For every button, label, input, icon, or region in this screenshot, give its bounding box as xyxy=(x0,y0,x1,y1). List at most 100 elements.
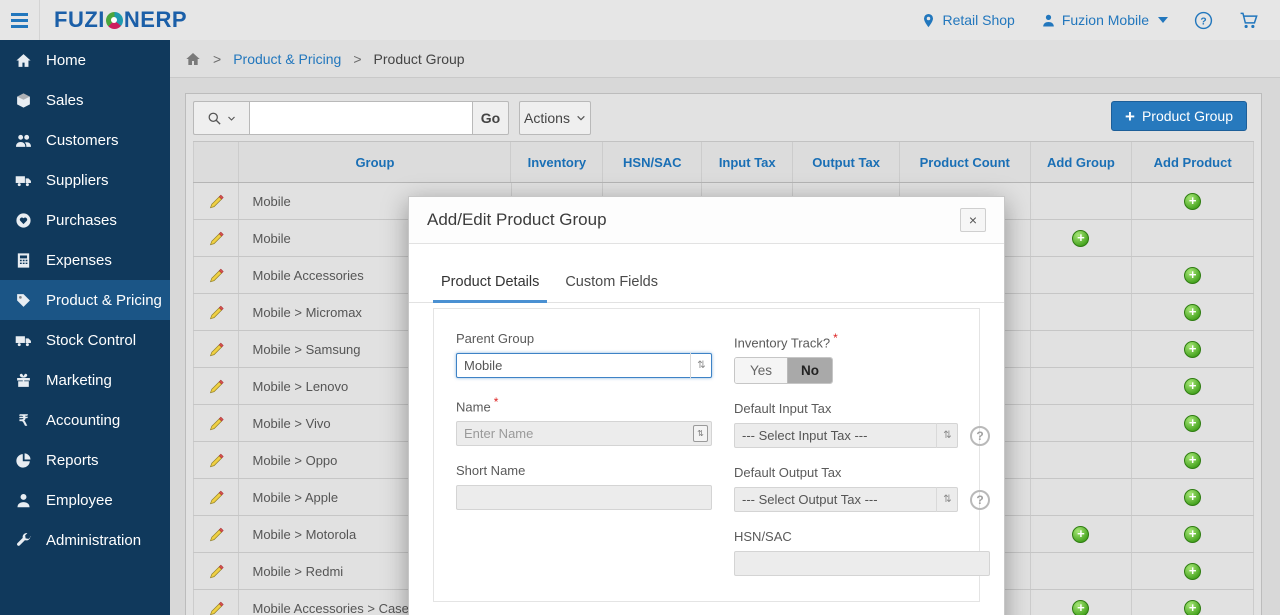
edit-pencil-icon[interactable] xyxy=(207,562,226,581)
add-product-plus-icon[interactable] xyxy=(1184,415,1201,432)
add-product-group-label: Product Group xyxy=(1142,108,1233,124)
sidebar-item[interactable]: Accounting xyxy=(0,400,170,440)
edit-pencil-icon[interactable] xyxy=(207,340,226,359)
edit-pencil-icon[interactable] xyxy=(207,266,226,285)
sidebar-item[interactable]: Reports xyxy=(0,440,170,480)
user-menu-caret-icon xyxy=(1158,17,1168,23)
actions-button[interactable]: Actions xyxy=(519,101,591,135)
parent-group-field: Parent Group Mobile ⇅ xyxy=(456,331,712,378)
breadcrumb-link-product-pricing[interactable]: Product & Pricing xyxy=(233,51,341,67)
add-group-cell xyxy=(1031,516,1133,552)
default-output-tax-select[interactable]: --- Select Output Tax --- ⇅ xyxy=(734,487,958,512)
edit-pencil-icon[interactable] xyxy=(207,525,226,544)
col-header-group[interactable]: Group xyxy=(239,142,511,182)
add-product-cell xyxy=(1132,590,1254,615)
edit-pencil-icon[interactable] xyxy=(207,599,226,615)
add-group-plus-icon[interactable] xyxy=(1072,230,1089,247)
logo-text-suffix: NERP xyxy=(124,7,187,33)
add-group-cell xyxy=(1031,479,1133,515)
sidebar-item[interactable]: Purchases xyxy=(0,200,170,240)
search-toolbar: Go Actions Product Group xyxy=(193,101,1254,135)
sidebar-item-label: Home xyxy=(46,52,86,69)
sidebar-item-icon xyxy=(15,452,32,469)
col-header-output-tax[interactable]: Output Tax xyxy=(793,142,900,182)
help-button[interactable] xyxy=(1194,11,1213,30)
search-input[interactable] xyxy=(249,101,473,135)
add-product-plus-icon[interactable] xyxy=(1184,304,1201,321)
col-header-hsn-sac[interactable]: HSN/SAC xyxy=(603,142,702,182)
input-spinner-icon: ⇅ xyxy=(693,425,708,442)
inventory-track-yes-button[interactable]: Yes xyxy=(735,358,787,383)
add-product-plus-icon[interactable] xyxy=(1184,341,1201,358)
default-output-tax-value: --- Select Output Tax --- xyxy=(742,492,878,507)
output-tax-help-icon[interactable]: ? xyxy=(970,490,990,510)
input-tax-help-icon[interactable]: ? xyxy=(970,426,990,446)
sidebar-item-label: Employee xyxy=(46,492,113,509)
sidebar-item[interactable]: Product & Pricing xyxy=(0,280,170,320)
sidebar-item[interactable]: Employee xyxy=(0,480,170,520)
col-header-inventory[interactable]: Inventory xyxy=(511,142,603,182)
sidebar-item[interactable]: Customers xyxy=(0,120,170,160)
breadcrumb-current-page: Product Group xyxy=(374,51,465,67)
sidebar-item[interactable]: Administration xyxy=(0,520,170,560)
add-product-plus-icon[interactable] xyxy=(1184,489,1201,506)
col-header-add-group: Add Group xyxy=(1031,142,1133,182)
add-product-plus-icon[interactable] xyxy=(1184,378,1201,395)
help-icon xyxy=(1194,11,1213,30)
add-product-plus-icon[interactable] xyxy=(1184,563,1201,580)
col-header-product-count[interactable]: Product Count xyxy=(900,142,1031,182)
sidebar-item[interactable]: Home xyxy=(0,40,170,80)
parent-group-select[interactable]: Mobile ⇅ xyxy=(456,353,712,378)
add-group-plus-icon[interactable] xyxy=(1072,526,1089,543)
go-button[interactable]: Go xyxy=(473,101,509,135)
edit-pencil-icon[interactable] xyxy=(207,451,226,470)
user-menu[interactable]: Fuzion Mobile xyxy=(1041,12,1168,28)
add-product-plus-icon[interactable] xyxy=(1184,452,1201,469)
col-header-input-tax[interactable]: Input Tax xyxy=(702,142,793,182)
tab-product-details[interactable]: Product Details xyxy=(433,274,547,302)
add-group-plus-icon[interactable] xyxy=(1072,600,1089,615)
edit-cell xyxy=(193,590,239,615)
add-product-group-button[interactable]: Product Group xyxy=(1111,101,1247,131)
short-name-input[interactable] xyxy=(456,485,712,510)
default-input-tax-label: Default Input Tax xyxy=(734,401,990,416)
hsn-sac-input[interactable] xyxy=(734,551,990,576)
add-product-cell xyxy=(1132,183,1254,219)
form-left-column: Parent Group Mobile ⇅ Name* ⇅ Short Name xyxy=(456,331,712,579)
select-spinner-icon: ⇅ xyxy=(690,353,712,378)
add-product-cell xyxy=(1132,220,1254,256)
sidebar-item[interactable]: Suppliers xyxy=(0,160,170,200)
edit-pencil-icon[interactable] xyxy=(207,414,226,433)
chevron-down-icon xyxy=(227,114,236,123)
name-input[interactable] xyxy=(456,421,712,446)
sidebar-item[interactable]: Sales xyxy=(0,80,170,120)
edit-pencil-icon[interactable] xyxy=(207,377,226,396)
search-options-button[interactable] xyxy=(193,101,249,135)
cart-button[interactable] xyxy=(1239,11,1258,30)
add-group-cell xyxy=(1031,442,1133,478)
sidebar-item[interactable]: Expenses xyxy=(0,240,170,280)
inventory-track-no-button[interactable]: No xyxy=(787,358,832,383)
breadcrumb-home-icon[interactable] xyxy=(185,51,201,67)
tab-custom-fields[interactable]: Custom Fields xyxy=(557,274,666,302)
hsn-sac-field: HSN/SAC xyxy=(734,529,990,576)
modal-close-button[interactable]: × xyxy=(960,208,986,232)
location-selector[interactable]: Retail Shop xyxy=(921,12,1014,28)
edit-pencil-icon[interactable] xyxy=(207,192,226,211)
edit-pencil-icon[interactable] xyxy=(207,303,226,322)
modal-header: Add/Edit Product Group × xyxy=(409,197,1004,244)
sidebar-item[interactable]: Stock Control xyxy=(0,320,170,360)
add-product-cell xyxy=(1132,405,1254,441)
add-product-plus-icon[interactable] xyxy=(1184,267,1201,284)
default-input-tax-select[interactable]: --- Select Input Tax --- ⇅ xyxy=(734,423,958,448)
add-product-cell xyxy=(1132,331,1254,367)
edit-pencil-icon[interactable] xyxy=(207,229,226,248)
sidebar-item[interactable]: Marketing xyxy=(0,360,170,400)
add-product-plus-icon[interactable] xyxy=(1184,193,1201,210)
add-product-plus-icon[interactable] xyxy=(1184,600,1201,615)
select-spinner-icon: ⇅ xyxy=(936,487,958,512)
menu-toggle-icon[interactable] xyxy=(0,0,40,40)
edit-pencil-icon[interactable] xyxy=(207,488,226,507)
add-product-plus-icon[interactable] xyxy=(1184,526,1201,543)
edit-cell xyxy=(193,479,239,515)
